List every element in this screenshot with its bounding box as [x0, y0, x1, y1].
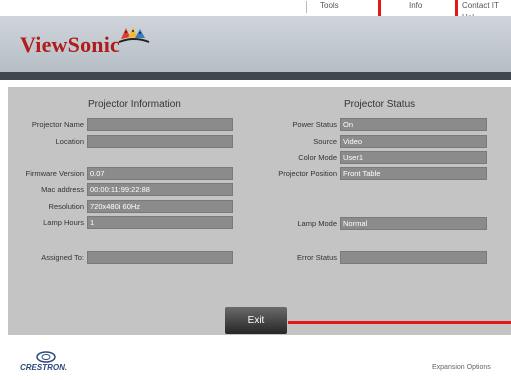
firmware-version-field: 0.07: [87, 167, 233, 180]
power-status-field: On: [340, 118, 487, 131]
location-label: Location: [55, 137, 84, 146]
location-field: [87, 135, 233, 148]
assigned-to-field: [87, 251, 233, 264]
mac-address-label: Mac address: [41, 185, 84, 194]
lamp-mode-label: Lamp Mode: [297, 219, 337, 228]
lamp-mode-field: Normal: [340, 217, 487, 230]
error-status-label: Error Status: [296, 253, 337, 262]
svg-text:CRESTRON.: CRESTRON.: [20, 363, 67, 372]
firmware-version-label: Firmware Version: [25, 169, 84, 178]
source-label: Source: [313, 137, 337, 146]
viewsonic-logo: ViewSonic: [20, 32, 120, 57]
nav-separator: [306, 1, 307, 13]
footer: [0, 340, 511, 380]
exit-button[interactable]: Exit: [225, 307, 287, 334]
projector-name-field: [87, 118, 233, 131]
nav-tools-link[interactable]: Tools: [320, 0, 339, 16]
assigned-to-label: Assigned To:: [41, 253, 84, 262]
resolution-label: Resolution: [48, 202, 84, 211]
lamp-hours-label: Lamp Hours: [43, 218, 84, 227]
projector-position-field: Front Table: [340, 167, 487, 180]
lamp-hours-field: 1: [87, 216, 233, 229]
color-mode-field: User1: [340, 151, 487, 164]
error-status-field: [340, 251, 487, 264]
expansion-options-link[interactable]: Expansion Options: [432, 364, 491, 371]
exit-pointer-annotation: [288, 321, 511, 324]
source-field: Video: [340, 135, 487, 148]
birds-logo-icon: [118, 27, 150, 43]
projector-status-title: Projector Status: [344, 99, 416, 110]
mac-address-field: 00:00:11:99:22:88: [87, 183, 233, 196]
color-mode-label: Color Mode: [298, 153, 337, 162]
projector-name-label: Projector Name: [31, 120, 84, 129]
projector-position-label: Projector Position: [278, 169, 337, 178]
crestron-logo-icon: CRESTRON.: [20, 351, 67, 372]
header-divider: [0, 72, 511, 80]
projector-info-title: Projector Information: [88, 99, 181, 110]
resolution-field: 720x480i 60Hz: [87, 200, 233, 213]
nav-contact-link[interactable]: Contact IT Hel: [462, 0, 511, 22]
power-status-label: Power Status: [292, 120, 337, 129]
